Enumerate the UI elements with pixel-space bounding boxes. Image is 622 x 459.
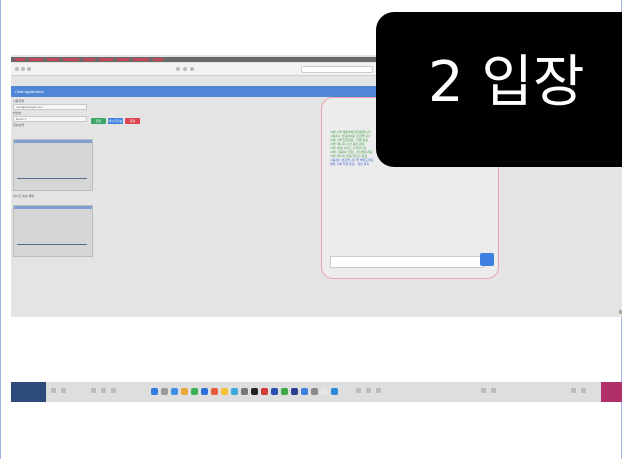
send-button[interactable] xyxy=(480,253,494,266)
minimized-window[interactable] xyxy=(376,388,381,393)
close-window-icon[interactable] xyxy=(15,67,19,71)
menu-item[interactable] xyxy=(47,58,59,61)
messages-icon[interactable] xyxy=(191,388,198,395)
launchpad-icon[interactable] xyxy=(161,388,168,395)
control-panel: 사용자명 user@example.com 방번호 Room 1 접속상태 입장… xyxy=(11,99,140,309)
chat-message: 채팅 기록 저장 완료 - 세션 유지 xyxy=(330,162,370,166)
remote-video-card xyxy=(13,205,93,257)
textedit-icon[interactable] xyxy=(321,388,328,395)
vscode-icon[interactable] xyxy=(271,388,278,395)
video-frame: Chat Application 사용자명 user@example.com 방… xyxy=(0,0,622,459)
facetime-icon[interactable] xyxy=(281,388,288,395)
window-thumbnail[interactable] xyxy=(571,388,576,393)
section-label: 실시간 영상 채팅 xyxy=(13,194,34,198)
minimize-window-icon[interactable] xyxy=(21,67,25,71)
forward-icon[interactable] xyxy=(183,67,187,71)
window-thumbnail[interactable] xyxy=(51,388,56,393)
minimized-window[interactable] xyxy=(366,388,371,393)
appstore-icon[interactable] xyxy=(231,388,238,395)
window-thumbnail[interactable] xyxy=(91,388,96,393)
zoom-icon[interactable] xyxy=(301,388,308,395)
address-bar[interactable] xyxy=(301,66,373,73)
music-icon[interactable] xyxy=(261,388,268,395)
menu-item[interactable] xyxy=(99,58,113,61)
calendar-icon[interactable] xyxy=(331,388,338,395)
dock xyxy=(11,382,622,402)
finder-icon[interactable] xyxy=(151,388,158,395)
username-label: 사용자명 xyxy=(13,99,25,103)
menu-item[interactable] xyxy=(153,58,163,61)
photos-icon[interactable] xyxy=(211,388,218,395)
window-thumbnail[interactable] xyxy=(481,388,486,393)
local-video-card xyxy=(13,139,93,191)
room-field[interactable]: Room 1 xyxy=(13,116,87,122)
menu-item[interactable] xyxy=(83,58,95,61)
safari-icon[interactable] xyxy=(171,388,178,395)
window-thumbnail[interactable] xyxy=(581,388,586,393)
zoom-window-icon[interactable] xyxy=(27,67,31,71)
window-thumbnail[interactable] xyxy=(491,388,496,393)
menu-item[interactable] xyxy=(63,58,79,61)
terminal-icon[interactable] xyxy=(251,388,258,395)
word-icon[interactable] xyxy=(291,388,298,395)
mail-icon[interactable] xyxy=(201,388,208,395)
chat-input[interactable] xyxy=(330,256,484,268)
join-button[interactable]: 입장 xyxy=(91,118,106,124)
volume-slider[interactable] xyxy=(17,178,87,179)
leave-button[interactable]: 퇴장 xyxy=(125,118,140,124)
chrome-icon[interactable] xyxy=(181,388,188,395)
window-thumbnail[interactable] xyxy=(101,388,106,393)
overlay-title: 2 입장 xyxy=(428,50,585,115)
preview-icon[interactable] xyxy=(311,388,318,395)
card-header xyxy=(14,206,92,209)
room-label: 방번호 xyxy=(13,111,22,115)
menu-item[interactable] xyxy=(15,58,25,61)
notes-icon[interactable] xyxy=(221,388,228,395)
menu-item[interactable] xyxy=(29,58,43,61)
send-message-button[interactable]: 메시지전송 xyxy=(108,118,123,124)
window-thumbnail[interactable] xyxy=(111,388,116,393)
desktop-edge xyxy=(601,382,622,402)
window-thumbnail[interactable] xyxy=(61,388,66,393)
volume-slider[interactable] xyxy=(17,244,87,245)
minimized-window[interactable] xyxy=(356,388,361,393)
menu-item[interactable] xyxy=(117,58,129,61)
username-field[interactable]: user@example.com xyxy=(13,104,87,110)
settings-icon[interactable] xyxy=(241,388,248,395)
card-header xyxy=(14,140,92,143)
menu-item[interactable] xyxy=(133,58,149,61)
status-label: 접속상태 xyxy=(13,123,25,127)
title-overlay: 2 입장 xyxy=(376,12,622,167)
back-icon[interactable] xyxy=(176,67,180,71)
app-title: Chat Application xyxy=(15,89,44,94)
desktop-edge xyxy=(11,382,46,402)
reload-icon[interactable] xyxy=(190,67,194,71)
